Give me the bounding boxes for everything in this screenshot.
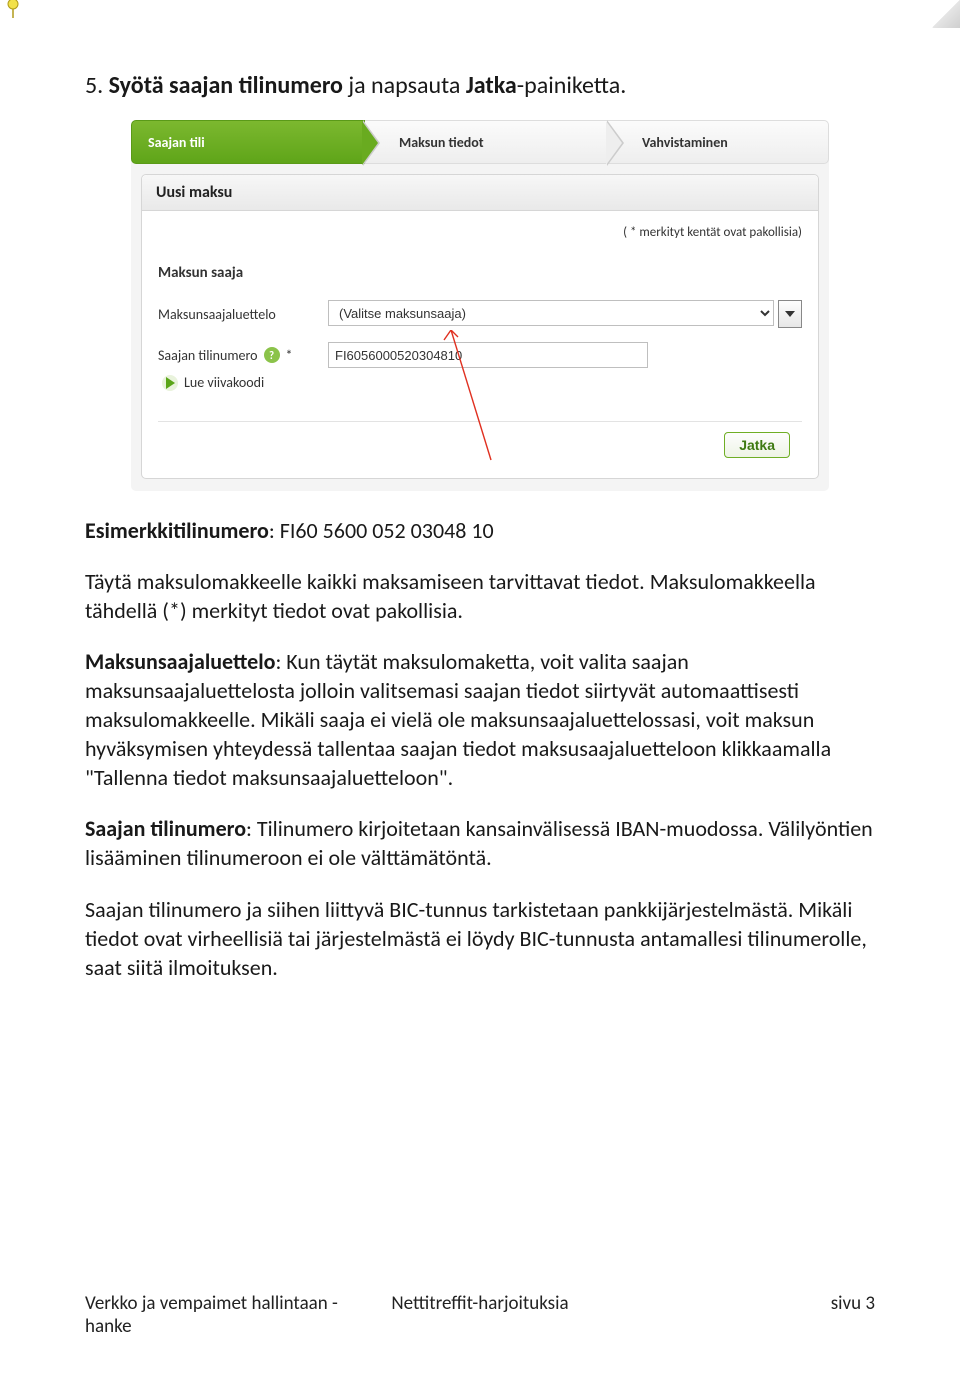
panel-uusi-maksu: Uusi maksu ( * merkityt kentät ovat pako… xyxy=(141,174,819,479)
step-bold2: Jatka xyxy=(466,71,517,100)
panel-body: ( * merkityt kentät ovat pakollisia) Mak… xyxy=(142,211,818,478)
tab-saajan-tili[interactable]: Saajan tili xyxy=(131,120,365,164)
step-bold1: tilinumero xyxy=(239,71,343,100)
step-bold-prefix: Syötä saajan xyxy=(109,71,239,100)
paragraph-2: Maksunsaajaluettelo: Kun täytät maksulom… xyxy=(85,647,875,792)
footer-center: Nettitreffit-harjoituksia xyxy=(348,1292,611,1338)
p2-bold: Maksunsaajaluettelo xyxy=(85,648,275,675)
row-maksunsaajaluettelo: Maksunsaajaluettelo (Valitse maksunsaaja… xyxy=(158,300,802,328)
required-note: ( * merkityt kentät ovat pakollisia) xyxy=(158,225,802,240)
chevron-down-icon[interactable] xyxy=(778,300,802,328)
content-area: 5. Syötä saajan tilinumero ja napsauta J… xyxy=(0,0,960,982)
panel-footer: Jatka xyxy=(158,421,802,468)
paragraph-4: Saajan tilinumero ja siihen liittyvä BIC… xyxy=(85,895,875,982)
panel-title: Uusi maksu xyxy=(142,175,818,211)
page-curl-corner xyxy=(932,0,960,28)
example-line: Esimerkkitilinumero: FI60 5600 052 03048… xyxy=(85,516,875,545)
pin-icon xyxy=(4,0,22,20)
example-value: : FI60 5600 052 03048 10 xyxy=(269,517,494,544)
embedded-screenshot: Saajan tili Maksun tiedot Vahvistaminen … xyxy=(130,119,830,492)
step-mid: ja napsauta xyxy=(343,71,466,100)
bank-form: Saajan tili Maksun tiedot Vahvistaminen … xyxy=(130,119,830,492)
payee-select-wrap: (Valitse maksunsaaja) xyxy=(328,300,802,328)
page: 5. Syötä saajan tilinumero ja napsauta J… xyxy=(0,0,960,1393)
tab3-label: Vahvistaminen xyxy=(642,134,728,151)
tab-vahvistaminen[interactable]: Vahvistaminen xyxy=(608,120,829,164)
account-number-input[interactable] xyxy=(328,342,648,368)
example-label: Esimerkkitilinumero xyxy=(85,517,269,544)
barcode-label: Lue viivakoodi xyxy=(184,374,264,391)
payee-select[interactable]: (Valitse maksunsaaja) xyxy=(328,300,774,326)
footer-left: Verkko ja vempaimet hallintaan -hanke xyxy=(85,1292,348,1338)
footer-right: sivu 3 xyxy=(612,1292,875,1338)
tab2-label: Maksun tiedot xyxy=(399,134,484,151)
wizard-tabs: Saajan tili Maksun tiedot Vahvistaminen xyxy=(131,120,829,164)
section-maksun-saaja: Maksun saaja xyxy=(158,264,802,282)
play-icon xyxy=(162,375,178,391)
required-asterisk: * xyxy=(286,347,293,364)
help-icon[interactable]: ? xyxy=(264,347,280,363)
row-saajan-tilinumero: Saajan tilinumero ? * xyxy=(158,342,802,368)
paragraph-1: Täytä maksulomakkeelle kaikki maksamisee… xyxy=(85,567,875,625)
continue-button[interactable]: Jatka xyxy=(724,432,790,458)
tab-maksun-tiedot[interactable]: Maksun tiedot xyxy=(365,120,608,164)
step-suffix: -painiketta. xyxy=(517,71,627,100)
step-instruction: 5. Syötä saajan tilinumero ja napsauta J… xyxy=(85,70,875,101)
p3-bold: Saajan tilinumero xyxy=(85,815,246,842)
paragraph-3: Saajan tilinumero: Tilinumero kirjoiteta… xyxy=(85,814,875,872)
page-footer: Verkko ja vempaimet hallintaan -hanke Ne… xyxy=(85,1292,875,1338)
tab1-label: Saajan tili xyxy=(148,134,205,151)
read-barcode-link[interactable]: Lue viivakoodi xyxy=(162,374,802,391)
step-number: 5. xyxy=(85,71,103,100)
label-saajan-tilinumero: Saajan tilinumero xyxy=(158,347,258,364)
label-maksunsaajaluettelo: Maksunsaajaluettelo xyxy=(158,306,328,323)
